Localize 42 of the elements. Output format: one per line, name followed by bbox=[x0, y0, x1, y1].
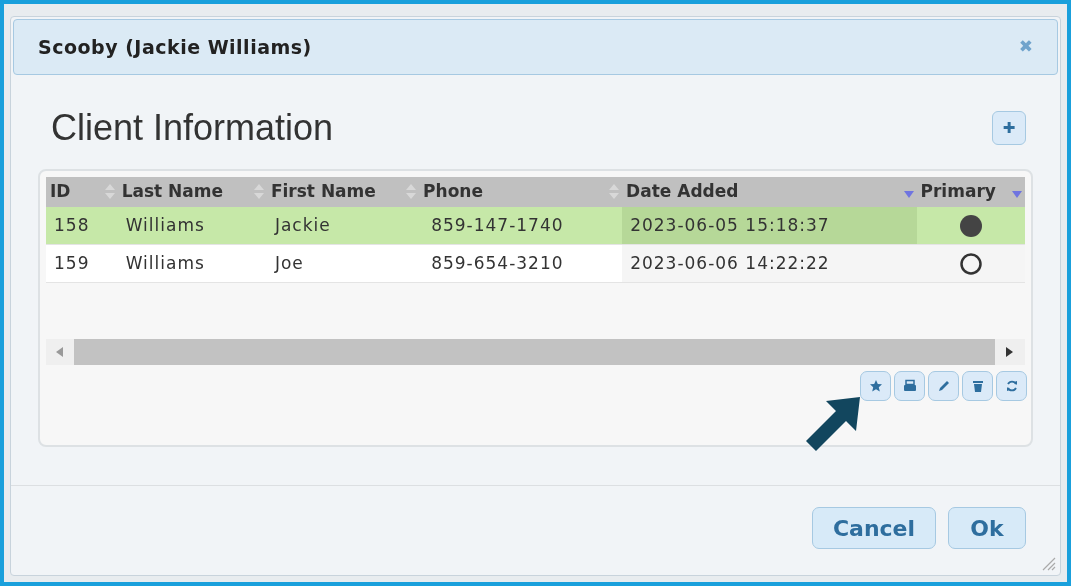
table-cell-text: 159 bbox=[53, 251, 91, 275]
printer-icon bbox=[902, 379, 917, 393]
column-header[interactable]: First Name bbox=[270, 179, 376, 205]
sort-icon[interactable] bbox=[103, 183, 116, 201]
column-header[interactable]: Last Name bbox=[121, 179, 224, 205]
column-header[interactable]: Primary bbox=[920, 179, 996, 205]
table-cell-text: Joe bbox=[273, 251, 305, 275]
sort-icon[interactable] bbox=[405, 183, 418, 201]
scrollbar-thumb[interactable] bbox=[73, 339, 996, 365]
trash-icon bbox=[970, 379, 985, 393]
empty-circle-icon[interactable] bbox=[958, 251, 983, 276]
resize-grip-icon[interactable] bbox=[1040, 555, 1056, 571]
pointer-arrow-drawing bbox=[806, 397, 860, 451]
cancel-button[interactable]: Cancel bbox=[812, 507, 936, 549]
star-button[interactable] bbox=[860, 371, 891, 401]
table-row[interactable]: 159 Williams Joe 859-654-3210 2023-06-06 14:22:22 bbox=[46, 245, 1025, 283]
pencil-icon bbox=[936, 379, 951, 393]
table-cell-text: 158 bbox=[53, 213, 91, 237]
column-header[interactable]: ID bbox=[50, 179, 71, 205]
refresh-icon bbox=[1004, 379, 1019, 393]
table-cell-text: Jackie bbox=[273, 213, 332, 237]
table-row[interactable]: 158 Williams Jackie 859-147-1740 2023-06-05 15:18:37 bbox=[46, 207, 1025, 245]
section-heading: Client Information bbox=[51, 106, 334, 150]
sort-icon[interactable] bbox=[608, 183, 621, 201]
table-cell: 2023-06-05 15:18:37 bbox=[622, 207, 917, 244]
trash-button[interactable] bbox=[962, 371, 993, 401]
sort-icon[interactable] bbox=[252, 183, 265, 201]
pencil-button[interactable] bbox=[928, 371, 959, 401]
table-cell-text: 859-654-3210 bbox=[430, 251, 565, 275]
table-cell: 2023-06-06 14:22:22 bbox=[622, 245, 917, 282]
column-header[interactable]: Date Added bbox=[626, 179, 739, 205]
table-cell-text: Williams bbox=[124, 213, 206, 237]
window-title: Scooby (Jackie Williams) bbox=[38, 34, 312, 60]
ok-button[interactable]: Ok bbox=[948, 507, 1026, 549]
column-header[interactable]: Phone bbox=[423, 179, 483, 205]
table-cell-text: 859-147-1740 bbox=[430, 213, 565, 237]
filled-circle-icon[interactable] bbox=[958, 213, 983, 238]
printer-button[interactable] bbox=[894, 371, 925, 401]
refresh-button[interactable] bbox=[996, 371, 1027, 401]
table-cell-text: Williams bbox=[124, 251, 206, 275]
add-button[interactable]: ✚ bbox=[992, 111, 1026, 145]
star-icon bbox=[868, 379, 883, 393]
